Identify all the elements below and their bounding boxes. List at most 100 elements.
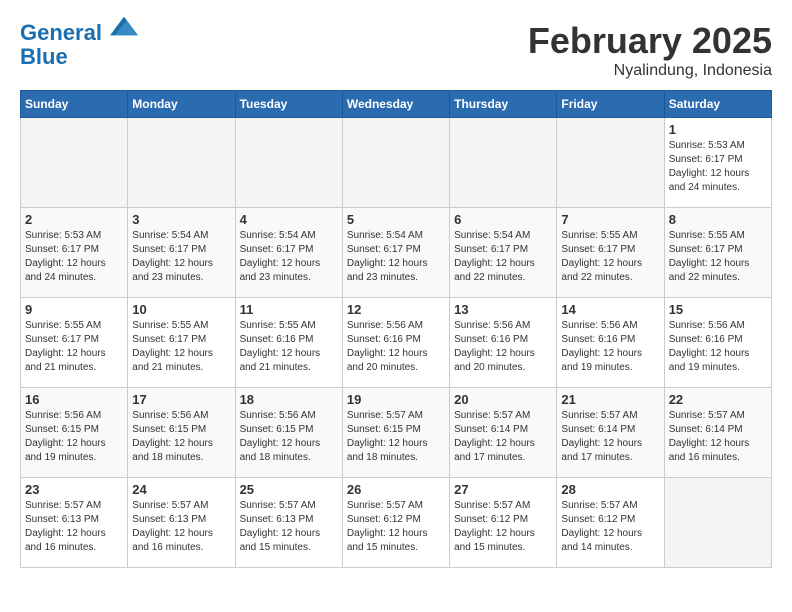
- day-info: Sunrise: 5:56 AM Sunset: 6:16 PM Dayligh…: [669, 319, 767, 375]
- day-info: Sunrise: 5:56 AM Sunset: 6:16 PM Dayligh…: [347, 319, 445, 375]
- day-info: Sunrise: 5:54 AM Sunset: 6:17 PM Dayligh…: [132, 229, 230, 285]
- day-number: 28: [561, 482, 659, 497]
- day-number: 22: [669, 392, 767, 407]
- calendar-day-cell: 14 Sunrise: 5:56 AM Sunset: 6:16 PM Dayli…: [557, 298, 664, 388]
- day-number: 10: [132, 302, 230, 317]
- calendar-day-cell: 3Sunrise: 5:54 AM Sunset: 6:17 PM Daylig…: [128, 208, 235, 298]
- day-number: 2: [25, 212, 123, 227]
- day-info: Sunrise: 5:53 AM Sunset: 6:17 PM Dayligh…: [25, 229, 123, 285]
- calendar-day-cell: [235, 118, 342, 208]
- day-number: 1: [669, 122, 767, 137]
- day-number: 15: [669, 302, 767, 317]
- day-number: 11: [240, 302, 338, 317]
- day-info: Sunrise: 5:56 AM Sunset: 6:16 PM Dayligh…: [454, 319, 552, 375]
- location: Nyalindung, Indonesia: [528, 62, 772, 80]
- calendar-day-cell: 10 Sunrise: 5:55 AM Sunset: 6:17 PM Dayli…: [128, 298, 235, 388]
- day-info: Sunrise: 5:57 AM Sunset: 6:13 PM Dayligh…: [132, 499, 230, 555]
- day-info: Sunrise: 5:57 AM Sunset: 6:15 PM Dayligh…: [347, 409, 445, 465]
- calendar-day-cell: 16 Sunrise: 5:56 AM Sunset: 6:15 PM Dayli…: [21, 388, 128, 478]
- day-number: 12: [347, 302, 445, 317]
- day-number: 14: [561, 302, 659, 317]
- calendar-day-cell: 25 Sunrise: 5:57 AM Sunset: 6:13 PM Dayli…: [235, 478, 342, 568]
- calendar-day-cell: [21, 118, 128, 208]
- day-number: 24: [132, 482, 230, 497]
- logo-line2: Blue: [20, 45, 138, 69]
- calendar-week-row: 9Sunrise: 5:55 AM Sunset: 6:17 PM Daylig…: [21, 298, 772, 388]
- day-number: 19: [347, 392, 445, 407]
- day-info: Sunrise: 5:55 AM Sunset: 6:17 PM Dayligh…: [561, 229, 659, 285]
- logo-line1: General: [20, 20, 102, 45]
- day-info: Sunrise: 5:55 AM Sunset: 6:17 PM Dayligh…: [132, 319, 230, 375]
- weekday-header-cell: Saturday: [664, 91, 771, 118]
- calendar-day-cell: 7 Sunrise: 5:55 AM Sunset: 6:17 PM Daylig…: [557, 208, 664, 298]
- calendar-day-cell: 24 Sunrise: 5:57 AM Sunset: 6:13 PM Dayli…: [128, 478, 235, 568]
- calendar-day-cell: 2 Sunrise: 5:53 AM Sunset: 6:17 PM Daylig…: [21, 208, 128, 298]
- title-block: February 2025 Nyalindung, Indonesia: [528, 20, 772, 80]
- day-info: Sunrise: 5:57 AM Sunset: 6:13 PM Dayligh…: [240, 499, 338, 555]
- calendar-day-cell: 5 Sunrise: 5:54 AM Sunset: 6:17 PM Daylig…: [342, 208, 449, 298]
- calendar-day-cell: [342, 118, 449, 208]
- day-info: Sunrise: 5:56 AM Sunset: 6:15 PM Dayligh…: [25, 409, 123, 465]
- day-number: 25: [240, 482, 338, 497]
- day-info: Sunrise: 5:57 AM Sunset: 6:14 PM Dayligh…: [454, 409, 552, 465]
- month-title: February 2025: [528, 20, 772, 62]
- calendar-day-cell: 23Sunrise: 5:57 AM Sunset: 6:13 PM Dayli…: [21, 478, 128, 568]
- logo-text: General: [20, 20, 138, 45]
- day-info: Sunrise: 5:54 AM Sunset: 6:17 PM Dayligh…: [240, 229, 338, 285]
- day-number: 16: [25, 392, 123, 407]
- calendar-week-row: 23 Sunrise: 5:57 AM Sunset: 6:13 PM Dayli…: [21, 478, 772, 568]
- calendar-table: SundayMondayTuesdayWednesdayThursdayFrid…: [20, 90, 772, 568]
- weekday-header-cell: Tuesday: [235, 91, 342, 118]
- day-number: 13: [454, 302, 552, 317]
- calendar-day-cell: 4 Sunrise: 5:54 AM Sunset: 6:17 PM Daylig…: [235, 208, 342, 298]
- day-info: Sunrise: 5:54 AM Sunset: 6:17 PM Dayligh…: [454, 229, 552, 285]
- calendar-day-cell: 9Sunrise: 5:55 AM Sunset: 6:17 PM Daylig…: [21, 298, 128, 388]
- calendar-week-row: 1 Sunrise: 5:53 AM Sunset: 6:17 PM Daylig…: [21, 118, 772, 208]
- calendar-day-cell: 26 Sunrise: 5:57 AM Sunset: 6:12 PM Dayli…: [342, 478, 449, 568]
- day-info: Sunrise: 5:56 AM Sunset: 6:15 PM Dayligh…: [132, 409, 230, 465]
- day-info: Sunrise: 5:57 AM Sunset: 6:12 PM Dayligh…: [347, 499, 445, 555]
- day-info: Sunrise: 5:57 AM Sunset: 6:12 PM Dayligh…: [561, 499, 659, 555]
- day-number: 17: [132, 392, 230, 407]
- day-number: 23: [25, 482, 123, 497]
- day-number: 21: [561, 392, 659, 407]
- day-number: 8: [669, 212, 767, 227]
- weekday-header-cell: Wednesday: [342, 91, 449, 118]
- weekday-header-row: SundayMondayTuesdayWednesdayThursdayFrid…: [21, 91, 772, 118]
- day-info: Sunrise: 5:56 AM Sunset: 6:16 PM Dayligh…: [561, 319, 659, 375]
- calendar-day-cell: 13 Sunrise: 5:56 AM Sunset: 6:16 PM Dayli…: [450, 298, 557, 388]
- calendar-day-cell: 15 Sunrise: 5:56 AM Sunset: 6:16 PM Dayli…: [664, 298, 771, 388]
- day-number: 4: [240, 212, 338, 227]
- day-number: 20: [454, 392, 552, 407]
- calendar-day-cell: 21Sunrise: 5:57 AM Sunset: 6:14 PM Dayli…: [557, 388, 664, 478]
- calendar-day-cell: 19 Sunrise: 5:57 AM Sunset: 6:15 PM Dayli…: [342, 388, 449, 478]
- calendar-day-cell: [557, 118, 664, 208]
- day-info: Sunrise: 5:57 AM Sunset: 6:14 PM Dayligh…: [669, 409, 767, 465]
- day-info: Sunrise: 5:55 AM Sunset: 6:17 PM Dayligh…: [25, 319, 123, 375]
- day-number: 7: [561, 212, 659, 227]
- day-number: 5: [347, 212, 445, 227]
- day-info: Sunrise: 5:53 AM Sunset: 6:17 PM Dayligh…: [669, 139, 767, 195]
- calendar-day-cell: 20 Sunrise: 5:57 AM Sunset: 6:14 PM Dayli…: [450, 388, 557, 478]
- day-number: 26: [347, 482, 445, 497]
- calendar-day-cell: [450, 118, 557, 208]
- calendar-day-cell: 22 Sunrise: 5:57 AM Sunset: 6:14 PM Dayli…: [664, 388, 771, 478]
- day-info: Sunrise: 5:55 AM Sunset: 6:17 PM Dayligh…: [669, 229, 767, 285]
- day-number: 6: [454, 212, 552, 227]
- day-number: 27: [454, 482, 552, 497]
- day-info: Sunrise: 5:54 AM Sunset: 6:17 PM Dayligh…: [347, 229, 445, 285]
- weekday-header-cell: Sunday: [21, 91, 128, 118]
- calendar-day-cell: 18Sunrise: 5:56 AM Sunset: 6:15 PM Dayli…: [235, 388, 342, 478]
- calendar-day-cell: 12 Sunrise: 5:56 AM Sunset: 6:16 PM Dayli…: [342, 298, 449, 388]
- weekday-header-cell: Monday: [128, 91, 235, 118]
- calendar-day-cell: 28 Sunrise: 5:57 AM Sunset: 6:12 PM Dayli…: [557, 478, 664, 568]
- calendar-week-row: 16 Sunrise: 5:56 AM Sunset: 6:15 PM Dayli…: [21, 388, 772, 478]
- logo-icon: [110, 12, 138, 40]
- calendar-day-cell: 17 Sunrise: 5:56 AM Sunset: 6:15 PM Dayli…: [128, 388, 235, 478]
- calendar-week-row: 2 Sunrise: 5:53 AM Sunset: 6:17 PM Daylig…: [21, 208, 772, 298]
- calendar-day-cell: 1 Sunrise: 5:53 AM Sunset: 6:17 PM Daylig…: [664, 118, 771, 208]
- calendar-body: 1 Sunrise: 5:53 AM Sunset: 6:17 PM Daylig…: [21, 118, 772, 568]
- day-info: Sunrise: 5:57 AM Sunset: 6:12 PM Dayligh…: [454, 499, 552, 555]
- weekday-header-cell: Friday: [557, 91, 664, 118]
- calendar-day-cell: 6 Sunrise: 5:54 AM Sunset: 6:17 PM Daylig…: [450, 208, 557, 298]
